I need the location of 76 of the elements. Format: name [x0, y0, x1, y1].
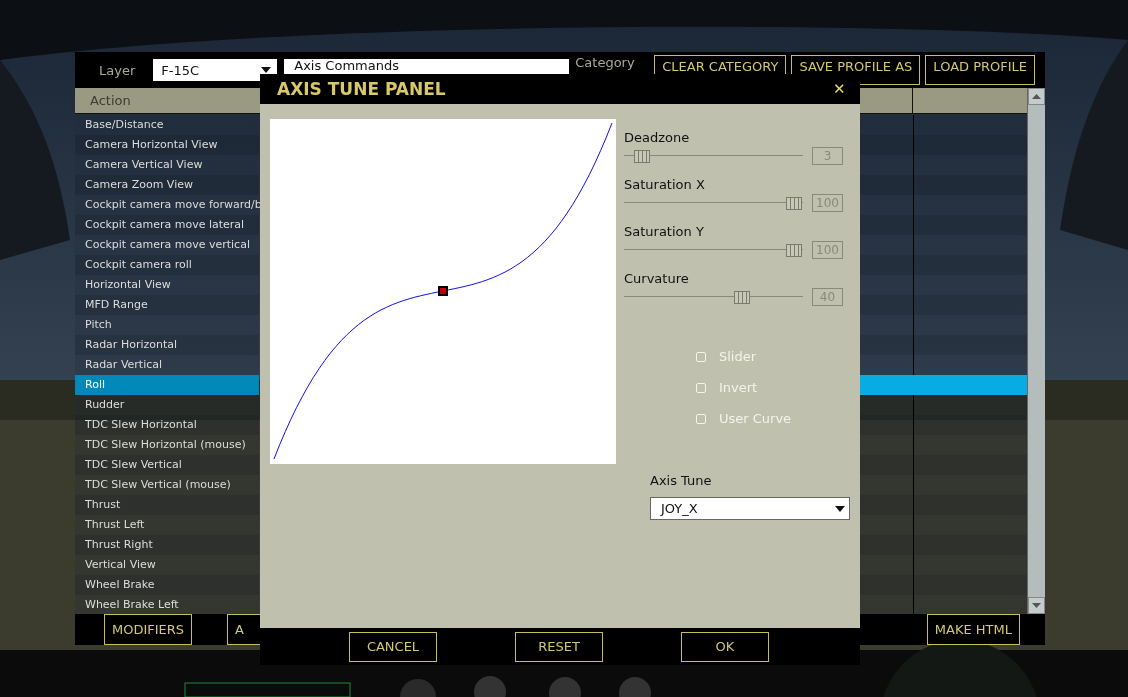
table-row[interactable]: Cockpit camera move lateral	[75, 215, 259, 235]
table-row[interactable]: Thrust Left	[75, 515, 259, 535]
table-cell[interactable]	[859, 255, 1027, 275]
checkbox[interactable]	[696, 351, 706, 362]
scroll-down-icon[interactable]	[1028, 597, 1045, 614]
dialog-title: AXIS TUNE PANEL	[277, 79, 446, 99]
table-cell[interactable]	[859, 275, 1027, 295]
layer-dropdown[interactable]: F-15C	[153, 59, 278, 81]
table-row[interactable]: Camera Horizontal View	[75, 135, 259, 155]
scrollbar[interactable]	[1027, 88, 1045, 614]
slider-thumb[interactable]	[786, 244, 802, 257]
layer-label: Layer	[99, 62, 136, 78]
table-row[interactable]: Pitch	[75, 315, 259, 335]
table-row[interactable]: Radar Vertical	[75, 355, 259, 375]
slider-thumb[interactable]	[633, 150, 650, 163]
scroll-up-icon[interactable]	[1028, 88, 1045, 105]
table-row[interactable]: Horizontal View	[75, 275, 259, 295]
caret-icon	[835, 505, 845, 512]
table-cell[interactable]	[859, 215, 1027, 235]
table-cell[interactable]	[859, 455, 1027, 475]
slider-label: Saturation X	[624, 176, 706, 193]
axis-dropdown[interactable]: JOY_X	[650, 497, 850, 520]
table-cell[interactable]	[859, 335, 1027, 355]
table-cell[interactable]	[859, 575, 1027, 595]
table-cell[interactable]	[859, 515, 1027, 535]
table-row[interactable]: TDC Slew Horizontal (mouse)	[75, 435, 259, 455]
table-cell[interactable]	[859, 395, 1027, 415]
table-row[interactable]: Thrust Right	[75, 535, 259, 555]
button[interactable]: LOAD PROFILE	[925, 55, 1036, 85]
table-row[interactable]: Wheel Brake	[75, 575, 259, 595]
table-cell[interactable]	[859, 295, 1027, 315]
table-row[interactable]: Roll	[75, 375, 259, 395]
table-cell[interactable]	[859, 415, 1027, 435]
table-cell[interactable]	[859, 435, 1027, 455]
table-cell[interactable]	[859, 195, 1027, 215]
checkbox-label: User Curve	[719, 411, 792, 426]
table-cell[interactable]	[859, 595, 1027, 615]
table-cell[interactable]	[859, 315, 1027, 335]
table-row[interactable]: Rudder	[75, 395, 259, 415]
table-cell[interactable]	[859, 235, 1027, 255]
table-row[interactable]: Thrust	[75, 495, 259, 515]
table-row[interactable]: TDC Slew Horizontal	[75, 415, 259, 435]
button[interactable]: MAKE HTML	[926, 614, 1020, 645]
checkbox-label: Slider	[719, 349, 757, 364]
table-row[interactable]: Camera Zoom View	[75, 175, 259, 195]
table-row[interactable]: Cockpit camera move vertical	[75, 235, 259, 255]
slider-label: Curvature	[624, 270, 690, 287]
table-row[interactable]: TDC Slew Vertical (mouse)	[75, 475, 259, 495]
button[interactable]: OK	[681, 631, 769, 662]
table-cell[interactable]	[859, 475, 1027, 495]
button[interactable]: MODIFIERS	[104, 614, 193, 645]
table-row[interactable]: Wheel Brake Left	[75, 595, 259, 615]
category-label: Category	[575, 55, 636, 70]
table-cell[interactable]	[859, 555, 1027, 575]
checkbox-label: Invert	[719, 380, 758, 395]
button[interactable]: CANCEL	[349, 631, 437, 662]
table-row[interactable]: MFD Range	[75, 295, 259, 315]
button[interactable]: RESET	[515, 631, 603, 662]
table-cell[interactable]	[859, 135, 1027, 155]
table-row[interactable]: TDC Slew Vertical	[75, 455, 259, 475]
checkbox[interactable]	[696, 382, 706, 393]
slider-label: Saturation Y	[624, 223, 705, 240]
slider-thumb[interactable]	[786, 197, 802, 210]
slider-label: Deadzone	[624, 129, 691, 146]
table-row[interactable]: Vertical View	[75, 555, 259, 575]
table-cell[interactable]	[859, 495, 1027, 515]
table-cell[interactable]	[859, 355, 1027, 375]
table-row[interactable]: Cockpit camera move forward/b	[75, 195, 259, 215]
checkbox[interactable]	[696, 413, 706, 424]
table-cell[interactable]	[859, 375, 1027, 395]
slider-thumb[interactable]	[734, 291, 751, 304]
table-cell[interactable]	[859, 535, 1027, 555]
table-cell[interactable]	[859, 175, 1027, 195]
axis-tune-label: Axis Tune	[650, 473, 713, 488]
table-row[interactable]: Cockpit camera roll	[75, 255, 259, 275]
table-row[interactable]: Radar Horizontal	[75, 335, 259, 355]
